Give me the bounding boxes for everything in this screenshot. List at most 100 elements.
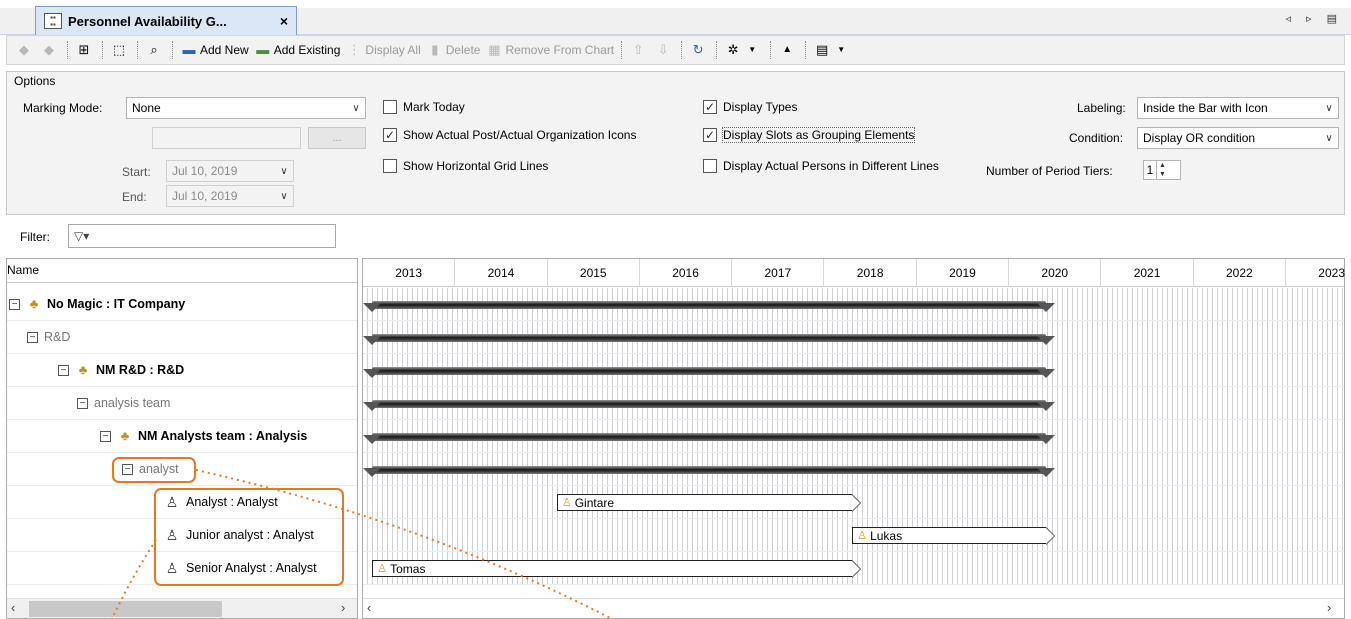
close-icon[interactable]: × xyxy=(280,13,296,29)
tab-title: Personnel Availability G... xyxy=(68,13,227,29)
tree-row-label: No Magic : IT Company xyxy=(47,297,186,311)
refresh-button[interactable]: ↻ xyxy=(687,39,712,61)
organization-icon: ♣ xyxy=(120,428,130,443)
period-tiers-spinner[interactable]: 1 ▲ ▼ xyxy=(1143,160,1181,180)
options-legend: Options xyxy=(12,74,58,88)
toolbar-separator xyxy=(770,41,772,59)
assignment-bar[interactable]: ♙ Lukas xyxy=(852,527,1047,544)
remove-icon: ▦ xyxy=(488,42,501,57)
condition-value: Display OR condition xyxy=(1143,131,1256,145)
summary-bar-end-marker xyxy=(1037,468,1056,477)
add-existing-icon: ▬ xyxy=(256,42,270,57)
diagram-icon: ▪▪ ▪▪ xyxy=(44,13,62,29)
tree-icon: ⊞ xyxy=(78,42,90,57)
spinner-arrows-icon[interactable]: ▲ ▼ xyxy=(1156,161,1168,179)
gear-icon: ✲ xyxy=(727,42,739,57)
filter-input[interactable]: ▽▾ xyxy=(68,224,336,248)
find-button[interactable]: ⌕ xyxy=(143,39,168,61)
settings-button[interactable]: ✲ ▼ xyxy=(722,39,766,61)
collapse-icon[interactable]: − xyxy=(100,430,111,442)
assignment-bar[interactable]: ♙ Gintare xyxy=(556,494,853,511)
tree-column-header[interactable]: Name xyxy=(7,259,357,283)
display-types-checkbox[interactable]: ✓ Display Types xyxy=(703,100,797,114)
assignment-bar[interactable]: ♙ Tomas xyxy=(372,560,853,577)
toolbar-separator xyxy=(716,41,718,59)
collapse-options-button[interactable]: ▲ xyxy=(776,39,801,61)
arrow-left-icon: ◆ xyxy=(19,42,29,57)
remove-from-chart-button[interactable]: ▦ Remove From Chart xyxy=(483,39,617,61)
tree-horizontal-scrollbar[interactable]: ‹ › xyxy=(7,598,357,618)
chevron-down-icon: ∨ xyxy=(280,165,288,177)
summary-bar[interactable] xyxy=(372,400,1046,408)
summary-bar[interactable] xyxy=(372,334,1046,342)
end-date-value: Jul 10, 2019 xyxy=(172,189,238,203)
chevron-down-icon: ∨ xyxy=(1325,132,1333,144)
marking-text-field[interactable] xyxy=(152,127,301,149)
collapse-icon[interactable]: − xyxy=(58,364,69,376)
scroll-left-icon[interactable]: ‹ xyxy=(11,600,15,615)
display-slots-checkbox[interactable]: ✓ Display Slots as Grouping Elements xyxy=(703,127,916,143)
layout-button[interactable]: ▤ ▼ xyxy=(811,39,855,61)
labeling-value: Inside the Bar with Icon xyxy=(1143,101,1268,115)
tree-row[interactable]: − ♣ No Magic : IT Company xyxy=(7,288,357,321)
collapse-icon[interactable]: − xyxy=(77,397,88,409)
scroll-left-icon[interactable]: ‹ xyxy=(367,600,371,615)
show-icons-checkbox[interactable]: ✓ Show Actual Post/Actual Organization I… xyxy=(383,128,636,142)
checkmark-icon: ✓ xyxy=(703,100,717,114)
browse-button[interactable]: ... xyxy=(308,127,366,149)
analyst-highlight xyxy=(112,457,196,483)
end-date-picker[interactable]: Jul 10, 2019 ∨ xyxy=(166,185,294,207)
tree-view-button[interactable]: ⊞ xyxy=(73,39,98,61)
move-down-button[interactable]: ⇩ xyxy=(652,39,677,61)
start-date-value: Jul 10, 2019 xyxy=(172,164,238,178)
summary-bar-end-marker xyxy=(1037,402,1056,411)
year-tick-label: 2023 xyxy=(1286,259,1351,287)
mark-today-checkbox[interactable]: Mark Today xyxy=(383,100,465,114)
tree-row[interactable]: − R&D xyxy=(7,321,357,354)
tab-navigation[interactable]: ◃ ▹ ▤ xyxy=(1285,12,1343,25)
summary-bar[interactable] xyxy=(372,466,1046,474)
checkmark-icon: ✓ xyxy=(703,128,717,142)
name-column-label: Name xyxy=(7,263,40,277)
start-date-picker[interactable]: Jul 10, 2019 ∨ xyxy=(166,160,294,182)
condition-select[interactable]: Display OR condition ∨ xyxy=(1137,127,1339,149)
add-new-label: Add New xyxy=(200,43,249,57)
chevron-down-icon: ∨ xyxy=(1325,102,1333,114)
select-button[interactable]: ⬚ xyxy=(108,39,133,61)
tab-personnel-availability[interactable]: ▪▪ ▪▪ Personnel Availability G... × xyxy=(35,6,297,35)
collapse-icon[interactable]: − xyxy=(27,331,38,343)
back-button[interactable]: ◆ xyxy=(13,39,38,61)
collapse-icon[interactable]: − xyxy=(9,298,20,310)
display-persons-checkbox[interactable]: Display Actual Persons in Different Line… xyxy=(703,159,939,173)
tree-row[interactable]: − ♣ NM Analysts team : Analysis xyxy=(7,420,357,453)
year-tick-label: 2013 xyxy=(363,259,456,287)
chart-horizontal-scrollbar[interactable]: ‹ › xyxy=(363,598,1344,618)
tree-row[interactable]: − ♣ NM R&D : R&D xyxy=(7,354,357,387)
move-up-button[interactable]: ⇧ xyxy=(627,39,652,61)
scroll-right-icon[interactable]: › xyxy=(1327,600,1331,615)
scroll-right-icon[interactable]: › xyxy=(341,600,345,615)
marking-mode-select[interactable]: None ∨ xyxy=(126,97,366,119)
checkbox-unchecked-icon xyxy=(383,159,397,173)
summary-bar[interactable] xyxy=(372,433,1046,441)
delete-button[interactable]: ▮ Delete xyxy=(424,39,484,61)
summary-bar[interactable] xyxy=(372,301,1046,309)
summary-bar-end-marker xyxy=(1037,369,1056,378)
scrollbar-thumb[interactable] xyxy=(29,601,222,617)
display-persons-label: Display Actual Persons in Different Line… xyxy=(723,159,939,173)
add-new-button[interactable]: ▬ Add New xyxy=(178,39,252,61)
organization-icon: ♣ xyxy=(29,296,39,311)
add-existing-button[interactable]: ▬ Add Existing xyxy=(252,39,344,61)
tree-row[interactable]: − analysis team xyxy=(7,387,357,420)
summary-bar[interactable] xyxy=(372,367,1046,375)
marking-mode-label: Marking Mode: xyxy=(23,101,103,115)
filter-icon[interactable]: ▽▾ xyxy=(74,229,89,243)
add-existing-label: Add Existing xyxy=(273,43,341,57)
show-grid-checkbox[interactable]: Show Horizontal Grid Lines xyxy=(383,159,548,173)
forward-button[interactable]: ◆ xyxy=(38,39,63,61)
summary-bar-end-marker xyxy=(1037,336,1056,345)
labeling-select[interactable]: Inside the Bar with Icon ∨ xyxy=(1137,97,1339,119)
display-all-button[interactable]: ⋮ Display All xyxy=(343,39,423,61)
chevron-down-icon: ∨ xyxy=(280,190,288,202)
timeline-header: 2013 2014 2015 2016 2017 2018 2019 2020 2021 2022… xyxy=(363,259,1345,287)
